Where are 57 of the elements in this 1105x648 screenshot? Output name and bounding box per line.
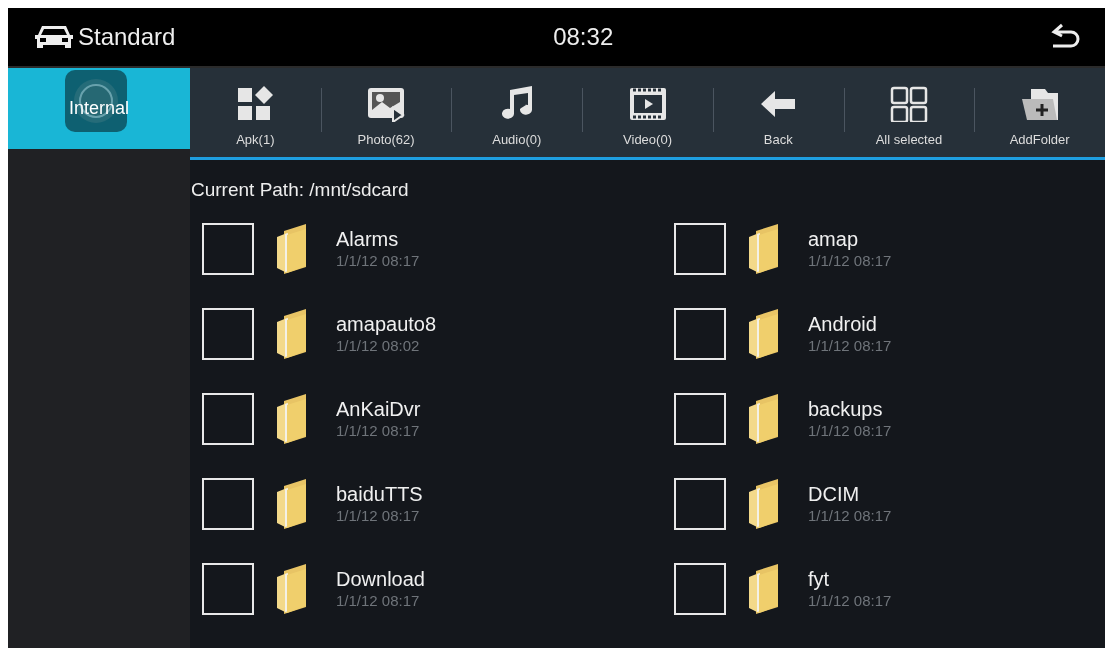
- folder-name[interactable]: amapauto8: [336, 311, 437, 336]
- folder-icon: [746, 307, 780, 360]
- modified-date: 1/1/12 08:17: [808, 420, 892, 441]
- toolbar-button[interactable]: Apk(1): [190, 68, 321, 160]
- toolbar-button[interactable]: AddFolder: [974, 68, 1105, 160]
- folder-name[interactable]: DCIM: [808, 481, 892, 506]
- clock: 08:32: [553, 22, 614, 52]
- grid-icon: [236, 85, 275, 122]
- four-squares-icon: [889, 85, 928, 122]
- folder-icon: [746, 392, 780, 445]
- floating-assist-button[interactable]: [65, 70, 127, 132]
- folder-icon: [746, 222, 780, 275]
- folder-icon: [746, 477, 780, 530]
- checkbox[interactable]: [202, 222, 254, 275]
- folder-name[interactable]: Alarms: [336, 226, 420, 251]
- toolbar-button[interactable]: Photo(62): [320, 68, 452, 160]
- folder-icon: [274, 307, 308, 360]
- checkbox[interactable]: [202, 307, 254, 360]
- folder-name[interactable]: fyt: [808, 566, 892, 591]
- folder-name[interactable]: backups: [808, 396, 892, 421]
- folder-icon: [274, 562, 308, 615]
- folder-name[interactable]: Download: [336, 566, 425, 591]
- checkbox[interactable]: [202, 477, 254, 530]
- car-icon: [34, 24, 74, 50]
- modified-date: 1/1/12 08:02: [336, 335, 421, 356]
- folder-name[interactable]: baiduTTS: [336, 481, 423, 506]
- modified-date: 1/1/12 08:17: [336, 420, 421, 441]
- current-path: Current Path: /mnt/sdcard: [190, 178, 410, 202]
- modified-date: 1/1/12 08:17: [336, 505, 421, 526]
- folder-icon: [746, 562, 780, 615]
- checkbox[interactable]: [674, 477, 726, 530]
- modified-date: 1/1/12 08:17: [336, 250, 420, 271]
- folder-name[interactable]: AnKaiDvr: [336, 396, 421, 421]
- toolbar-button[interactable]: Back: [712, 68, 844, 160]
- checkbox[interactable]: [674, 392, 726, 445]
- mode-label: Standard: [78, 22, 176, 52]
- folder-icon: [274, 392, 308, 445]
- film-icon: [628, 85, 667, 122]
- checkbox[interactable]: [674, 222, 726, 275]
- checkbox[interactable]: [202, 562, 254, 615]
- modified-date: 1/1/12 08:17: [336, 590, 421, 611]
- folder-icon: [274, 477, 308, 530]
- toolbar-button[interactable]: Video(0): [582, 68, 713, 160]
- checkbox[interactable]: [674, 562, 726, 615]
- checkbox[interactable]: [202, 392, 254, 445]
- folder-icon: [274, 222, 308, 275]
- modified-date: 1/1/12 08:17: [808, 590, 892, 611]
- modified-date: 1/1/12 08:17: [808, 250, 892, 271]
- checkbox[interactable]: [674, 307, 726, 360]
- toolbar-button[interactable]: Audio(0): [451, 68, 583, 160]
- folder-name[interactable]: amap: [808, 226, 892, 251]
- modified-date: 1/1/12 08:17: [808, 505, 892, 526]
- modified-date: 1/1/12 08:17: [808, 335, 892, 356]
- storage-tab[interactable]: Internal: [8, 68, 190, 149]
- folder-name[interactable]: Android: [808, 311, 892, 336]
- toolbar-button[interactable]: All selected: [843, 68, 975, 160]
- picture-icon: [367, 85, 406, 122]
